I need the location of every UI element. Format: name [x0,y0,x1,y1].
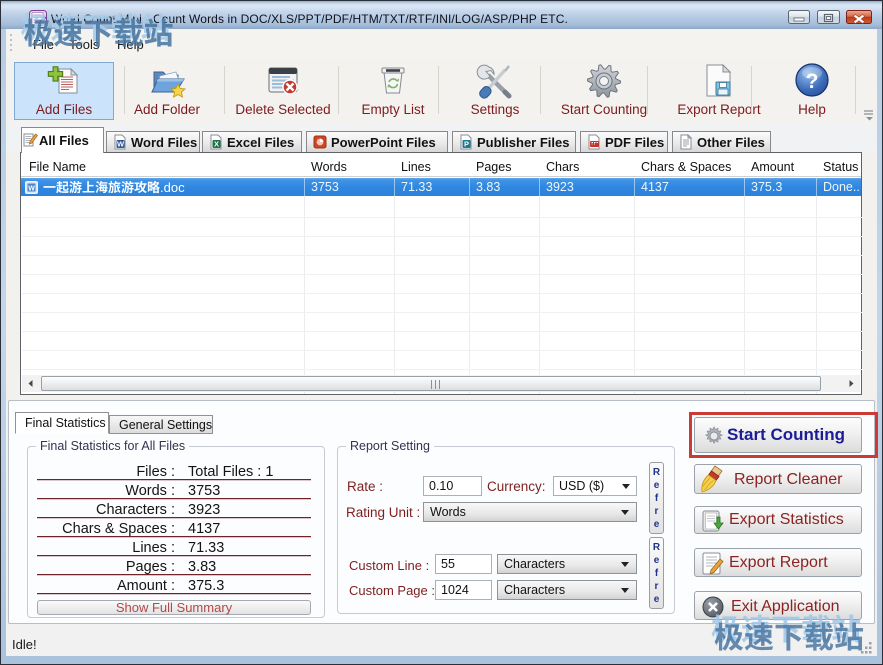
svg-text:P: P [464,140,469,149]
svg-text:W: W [28,185,35,192]
svg-text:X: X [214,140,219,149]
svg-text:W: W [117,140,125,149]
svg-text:.doc: .doc [160,180,185,195]
svg-text:?: ? [806,70,819,93]
